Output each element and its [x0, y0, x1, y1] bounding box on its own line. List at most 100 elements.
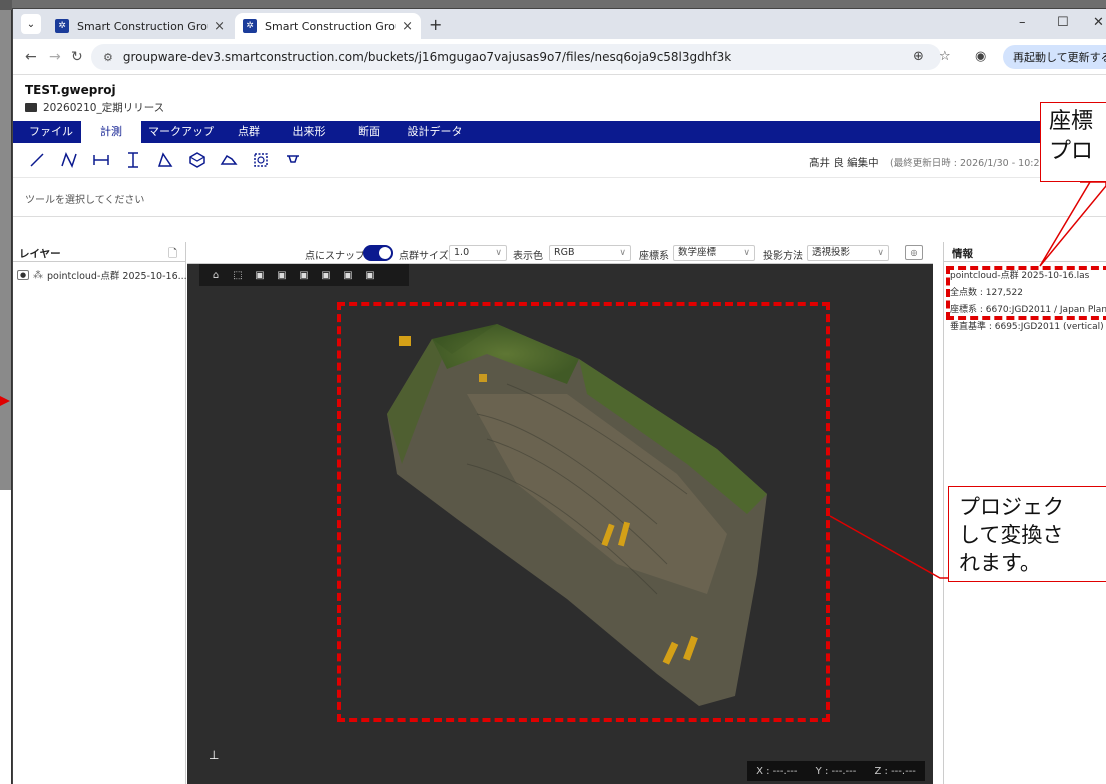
background-window-edge [0, 10, 12, 490]
minimize-icon[interactable]: – [1019, 15, 1026, 30]
box-select-tool-icon[interactable] [249, 149, 273, 171]
drone-tool-icon[interactable] [281, 149, 305, 171]
bottom-view-icon[interactable]: ▣ [359, 267, 381, 283]
point-size-label: 点群サイズ [399, 251, 449, 262]
project-header: TEST.gweproj 20260210_定期リリース [13, 75, 1106, 121]
volume-tool-icon[interactable] [185, 149, 209, 171]
annotation-callout-top: 座標 プロ [1040, 102, 1106, 182]
folder-icon [25, 103, 37, 112]
area-tool-icon[interactable] [153, 149, 177, 171]
pointcloud-icon: ⁂ [33, 269, 43, 281]
info-panel-title: 情報 [952, 248, 973, 260]
crs-select[interactable]: 数学座標 ∨ [673, 245, 755, 261]
project-folder[interactable]: 20260210_定期リリース [25, 100, 164, 115]
annotation-callout-mid: プロジェク して変換さ れます。 [948, 486, 1106, 582]
color-label: 表示色 [513, 251, 543, 262]
back-icon[interactable]: ← [25, 49, 37, 65]
menu-pointcloud[interactable]: 点群 [221, 121, 277, 143]
callout-mid-line: して変換さ [959, 523, 1064, 547]
zoom-icon[interactable]: ⊕ [913, 49, 924, 64]
coord-z: Z : ---.--- [874, 765, 916, 777]
url-field[interactable]: ⚙ groupware-dev3.smartconstruction.com/b… [91, 44, 941, 70]
callout-mid-line: れます。 [959, 551, 1041, 575]
measure-toolbar: 髙井 良 編集中 (最終更新日時 : 2026/1/30 - 10:28) [13, 143, 1106, 177]
maximize-icon[interactable]: ☐ [1057, 15, 1069, 30]
background-window-edge-lower [0, 490, 12, 784]
color-value: RGB [554, 247, 575, 258]
address-bar: ← → ↻ ⚙ groupware-dev3.smartconstruction… [13, 39, 1106, 75]
hint-row: ツールを選択してください [13, 177, 1106, 217]
menu-section[interactable]: 断面 [341, 121, 397, 143]
layer-panel: レイヤー 🗋 ● ⁂ pointcloud-点群 2025-10-16.... [13, 242, 190, 784]
tab-label: Smart Construction Groupware [77, 19, 208, 33]
close-window-icon[interactable]: ✕ [1093, 15, 1104, 30]
menu-measure[interactable]: 計測 [81, 121, 141, 143]
menu-as-built[interactable]: 出来形 [277, 121, 341, 143]
projection-value: 透視投影 [812, 247, 851, 258]
tab-1[interactable]: ✲ Smart Construction Groupware × [47, 13, 233, 39]
axis-gizmo-icon: ⊥ [209, 748, 220, 762]
forward-icon[interactable]: → [49, 49, 61, 65]
screenshot-camera-icon[interactable]: ◎ [905, 245, 923, 260]
profile-tool-icon[interactable] [217, 149, 241, 171]
view-preset-buttons: ⌂ ⬚ ▣ ▣ ▣ ▣ ▣ ▣ [199, 264, 409, 286]
relaunch-update-button[interactable]: 再起動して更新する ⋮ [1003, 45, 1106, 69]
fit-view-icon[interactable]: ⬚ [227, 267, 249, 283]
menu-markup[interactable]: マークアップ [141, 121, 221, 143]
tab-search-chevron-icon[interactable]: ⌄ [21, 14, 41, 34]
callout-top-line: 座標 [1049, 109, 1094, 134]
project-title: TEST.gweproj [25, 83, 116, 97]
color-select[interactable]: RGB ∨ [549, 245, 631, 261]
tool-hint: ツールを選択してください [25, 195, 145, 206]
edit-status: 髙井 良 編集中 (最終更新日時 : 2026/1/30 - 10:28) [809, 155, 1049, 170]
menu-file[interactable]: ファイル [21, 121, 81, 143]
coordinate-readout: X : ---.--- Y : ---.--- Z : ---.--- [747, 761, 925, 781]
vertical-distance-tool-icon[interactable] [121, 149, 145, 171]
home-view-icon[interactable]: ⌂ [205, 267, 227, 283]
favicon-icon: ✲ [55, 19, 69, 33]
callout-mid-line: プロジェク [959, 495, 1064, 519]
project-folder-label: 20260210_定期リリース [43, 102, 165, 114]
projection-label: 投影方法 [763, 251, 803, 262]
last-updated: (最終更新日時 : 2026/1/30 - 10:28) [890, 158, 1050, 169]
tab-close-icon[interactable]: × [402, 19, 413, 34]
info-panel-header: 情報 [944, 242, 1106, 262]
menu-design-data[interactable]: 設計データ [397, 121, 473, 143]
relaunch-label: 再起動して更新する [1013, 51, 1106, 64]
horizontal-distance-tool-icon[interactable] [89, 149, 113, 171]
profile-icon[interactable]: ◉ [975, 49, 986, 64]
layer-panel-title: レイヤー [19, 248, 61, 260]
layer-item-label: pointcloud-点群 2025-10-16.... [47, 271, 190, 282]
tab-strip: ⌄ ✲ Smart Construction Groupware × ✲ Sma… [13, 9, 1106, 39]
line-tool-icon[interactable] [25, 149, 49, 171]
annotation-info-highlight [946, 266, 1106, 320]
projection-select[interactable]: 透視投影 ∨ [807, 245, 889, 261]
polyline-tool-icon[interactable] [57, 149, 81, 171]
tab-label: Smart Construction Groupware [265, 19, 396, 33]
visibility-eye-icon[interactable]: ● [17, 270, 29, 280]
layer-item[interactable]: ● ⁂ pointcloud-点群 2025-10-16.... [17, 268, 190, 282]
point-size-select[interactable]: 1.0 ∨ [449, 245, 507, 261]
left-view-icon[interactable]: ▣ [293, 267, 315, 283]
reload-icon[interactable]: ↻ [71, 49, 83, 65]
favicon-icon: ✲ [243, 19, 257, 33]
bookmark-star-icon[interactable]: ☆ [939, 49, 951, 64]
front-view-icon[interactable]: ▣ [271, 267, 293, 283]
top-view-icon[interactable]: ▣ [249, 267, 271, 283]
snap-toggle[interactable] [363, 245, 393, 261]
tab-close-icon[interactable]: × [214, 19, 225, 34]
add-layer-file-icon[interactable]: 🗋 [168, 245, 177, 264]
new-tab-icon[interactable]: + [429, 15, 442, 34]
coord-y: Y : ---.--- [815, 765, 857, 777]
site-settings-icon[interactable]: ⚙ [103, 51, 113, 64]
layer-panel-header: レイヤー 🗋 [13, 242, 185, 262]
back-view-icon[interactable]: ▣ [337, 267, 359, 283]
tab-2[interactable]: ✲ Smart Construction Groupware × [235, 13, 421, 39]
right-view-icon[interactable]: ▣ [315, 267, 337, 283]
callout-top-line: プロ [1049, 139, 1094, 164]
crs-label: 座標系 [639, 251, 669, 262]
snap-label: 点にスナップ [305, 251, 365, 262]
annotation-viewer-highlight [337, 302, 830, 722]
url-text: groupware-dev3.smartconstruction.com/buc… [122, 50, 732, 64]
coord-x: X : ---.--- [756, 765, 798, 777]
